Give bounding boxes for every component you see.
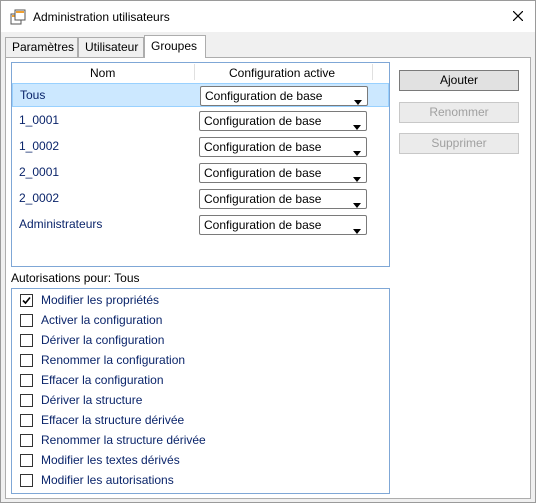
group-name: 1_0002 xyxy=(19,139,60,153)
permission-label: Dériver la configuration xyxy=(41,333,165,347)
group-row-tous[interactable]: Tous Configuration de base xyxy=(12,83,389,107)
column-separator[interactable] xyxy=(194,64,195,80)
config-dropdown[interactable]: Configuration de base xyxy=(199,111,367,131)
permission-label: Activer la configuration xyxy=(41,313,163,327)
config-dropdown[interactable]: Configuration de base xyxy=(199,163,367,183)
config-dropdown[interactable]: Configuration de base xyxy=(200,86,368,106)
config-dropdown-value: Configuration de base xyxy=(205,89,323,103)
group-row-1-0002[interactable]: 1_0002 Configuration de base xyxy=(12,135,389,159)
group-name: 2_0001 xyxy=(19,165,60,179)
groups-grid[interactable]: Nom Configuration active Tous Configurat… xyxy=(11,62,390,267)
checkbox-checked[interactable] xyxy=(20,294,33,307)
group-name: 1_0001 xyxy=(19,113,60,127)
chevron-down-icon xyxy=(354,94,362,108)
app-window-icon xyxy=(10,9,26,25)
chevron-down-icon xyxy=(353,223,361,237)
group-row-administrateurs[interactable]: Administrateurs Configuration de base xyxy=(12,213,389,237)
group-row-2-0002[interactable]: 2_0002 Configuration de base xyxy=(12,187,389,211)
checkmark-icon xyxy=(22,296,31,305)
close-button[interactable] xyxy=(501,1,535,32)
window-title: Administration utilisateurs xyxy=(33,10,170,24)
checkbox[interactable] xyxy=(20,314,33,327)
group-name: Administrateurs xyxy=(19,217,103,231)
tab-utilisateur[interactable]: Utilisateur xyxy=(78,37,144,57)
column-separator[interactable] xyxy=(372,64,373,80)
checkbox[interactable] xyxy=(20,334,33,347)
checkbox[interactable] xyxy=(20,394,33,407)
config-dropdown[interactable]: Configuration de base xyxy=(199,137,367,157)
permission-label: Effacer la configuration xyxy=(41,373,164,387)
chevron-down-icon xyxy=(353,197,361,211)
permission-label: Renommer la configuration xyxy=(41,353,186,367)
config-dropdown-value: Configuration de base xyxy=(204,140,322,154)
delete-button[interactable]: Supprimer xyxy=(399,133,519,154)
chevron-down-icon xyxy=(353,145,361,159)
group-row-2-0001[interactable]: 2_0001 Configuration de base xyxy=(12,161,389,185)
tab-parametres[interactable]: Paramètres xyxy=(5,37,78,57)
group-name: 2_0002 xyxy=(19,191,60,205)
config-dropdown-value: Configuration de base xyxy=(204,166,322,180)
config-dropdown[interactable]: Configuration de base xyxy=(199,189,367,209)
permissions-label: Autorisations pour: Tous xyxy=(11,271,140,285)
permission-label: Modifier les propriétés xyxy=(41,293,160,307)
config-dropdown-value: Configuration de base xyxy=(204,114,322,128)
checkbox[interactable] xyxy=(20,374,33,387)
add-button[interactable]: Ajouter xyxy=(399,70,519,91)
user-admin-dialog: Administration utilisateurs Paramètres U… xyxy=(0,0,536,503)
config-dropdown-value: Configuration de base xyxy=(204,192,322,206)
chevron-down-icon xyxy=(353,119,361,133)
rename-button[interactable]: Renommer xyxy=(399,102,519,123)
checkbox[interactable] xyxy=(20,434,33,447)
column-header-name[interactable]: Nom xyxy=(90,66,115,80)
close-icon xyxy=(512,10,524,24)
checkbox[interactable] xyxy=(20,414,33,427)
checkbox[interactable] xyxy=(20,454,33,467)
checkbox[interactable] xyxy=(20,474,33,487)
config-dropdown[interactable]: Configuration de base xyxy=(199,215,367,235)
config-dropdown-value: Configuration de base xyxy=(204,218,322,232)
groups-tab-panel: Nom Configuration active Tous Configurat… xyxy=(5,57,531,499)
permission-label: Modifier les textes dérivés xyxy=(41,453,180,467)
permission-label: Dériver la structure xyxy=(41,393,143,407)
checkbox[interactable] xyxy=(20,354,33,367)
grid-header: Nom Configuration active xyxy=(12,63,389,83)
chevron-down-icon xyxy=(353,171,361,185)
permission-label: Renommer la structure dérivée xyxy=(41,433,206,447)
permission-label: Effacer la structure dérivée xyxy=(41,413,185,427)
column-header-config[interactable]: Configuration active xyxy=(229,66,335,80)
permissions-list: Modifier les propriétés Activer la confi… xyxy=(11,288,390,494)
title-bar: Administration utilisateurs xyxy=(1,1,535,32)
tab-groupes[interactable]: Groupes xyxy=(144,35,206,58)
permission-label: Modifier les autorisations xyxy=(41,473,174,487)
group-row-1-0001[interactable]: 1_0001 Configuration de base xyxy=(12,109,389,133)
group-name: Tous xyxy=(20,88,46,102)
